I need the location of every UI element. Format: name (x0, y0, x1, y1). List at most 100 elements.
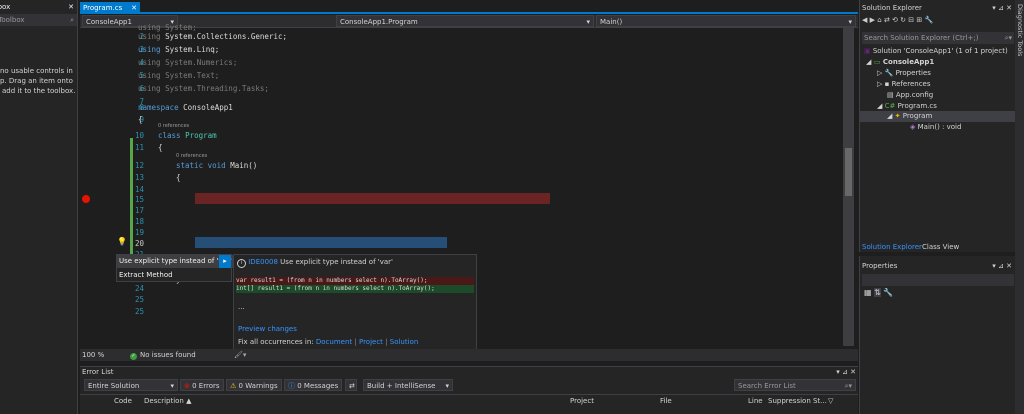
class-icon: ✦ (894, 112, 901, 120)
forward-icon[interactable]: ▶ (870, 16, 875, 24)
wrench-icon[interactable]: 🔧 (883, 288, 893, 297)
preview-header: i IDE0008 Use explicit type instead of '… (237, 258, 393, 268)
selection-highlight (195, 237, 447, 248)
tree-item-properties[interactable]: ▷ 🔧 Properties (877, 69, 931, 77)
pin-icon[interactable]: ⊿ (998, 262, 1004, 270)
quick-action-extract-method[interactable]: Extract Method (117, 269, 233, 282)
chevron-down-icon[interactable]: ▾ (992, 4, 996, 12)
quick-action-use-explicit-type[interactable]: Use explicit type instead of 'var' (117, 255, 233, 268)
column-file[interactable]: File (660, 395, 672, 407)
show-all-icon[interactable]: ⊞ (916, 16, 922, 24)
diff-removed-line: var result1 = (from n in numbers select … (236, 277, 474, 285)
line-number: 3 (139, 45, 144, 54)
collapse-icon[interactable]: ⊟ (908, 16, 914, 24)
pin-icon[interactable]: ⊿ (998, 4, 1004, 12)
toolbox-search-input[interactable]: Search Toolbox ⌕ (0, 14, 77, 26)
line-number: 6 (139, 84, 144, 93)
chevron-down-icon[interactable]: ▾ (992, 262, 996, 270)
breakpoint-gutter[interactable] (80, 28, 92, 346)
error-list-search-input[interactable]: Search Error List ⌕▾ (734, 379, 856, 391)
codelens-references[interactable]: 0 references (176, 153, 207, 159)
properties-object-dropdown[interactable] (862, 274, 1014, 286)
close-icon[interactable]: ✕ (1006, 4, 1012, 12)
code-line: { (176, 173, 181, 182)
warnings-filter-button[interactable]: ⚠ 0 Warnings (226, 379, 282, 391)
brush-icon[interactable]: 🖌▾ (234, 349, 246, 361)
tab-program-cs[interactable]: Program.cs ✕ (80, 2, 140, 14)
preview-changes-link[interactable]: Preview changes (238, 325, 297, 333)
solution-icon: ▣ (864, 47, 871, 55)
diff-ellipsis: ... (238, 303, 245, 311)
sync-icon[interactable]: ⇄ (884, 16, 890, 24)
zoom-level[interactable]: 100 % (82, 349, 104, 361)
close-icon[interactable]: ✕ (68, 0, 77, 14)
back-icon[interactable]: ◀ (862, 16, 867, 24)
toolbox-header: Toolbox ✕ (0, 0, 77, 14)
column-description[interactable]: Description ▲ (144, 395, 191, 407)
errors-filter-button[interactable]: ⊗ 0 Errors (180, 379, 224, 391)
lightbulb-icon[interactable]: 💡 (117, 237, 127, 246)
diagnostic-id-link[interactable]: IDE0008 (248, 258, 278, 266)
tab-class-view[interactable]: Class View (922, 243, 959, 251)
column-suppression-state[interactable]: Suppression St... (768, 395, 827, 407)
tree-item-main-method[interactable]: ◈ Main() : void (910, 123, 961, 131)
member-dropdown[interactable]: Main() ▾ (596, 15, 856, 27)
column-line[interactable]: Line (748, 395, 763, 407)
diff-added-line: int[] result1 = (from n in numbers selec… (236, 285, 474, 293)
tree-item-program-cs[interactable]: ◢ C# Program.cs (877, 102, 937, 110)
close-icon[interactable]: ✕ (131, 2, 137, 14)
build-filter-icon[interactable]: ⇄ (345, 379, 357, 391)
codelens-references[interactable]: 0 references (158, 123, 189, 129)
messages-filter-button[interactable]: ⓘ 0 Messages (284, 379, 343, 391)
close-icon[interactable]: ✕ (1006, 262, 1012, 270)
properties-toolbar: ▦ ⇅ 🔧 (864, 288, 893, 297)
column-project[interactable]: Project (570, 395, 594, 407)
error-list-header: Error List ▾ ⊿ ✕ (82, 368, 856, 376)
issues-status[interactable]: No issues found (140, 349, 196, 361)
build-filter-dropdown[interactable]: Build + IntelliSense ▾ (363, 379, 453, 391)
diagnostic-tools-tab[interactable]: Diagnostic Tools (1016, 4, 1024, 56)
fix-project-link[interactable]: Project (359, 338, 383, 346)
toolbox-panel: Toolbox ✕ Search Toolbox ⌕ no usable con… (0, 0, 78, 414)
tree-item-project[interactable]: ◢ ▭ ConsoleApp1 (866, 58, 934, 66)
history-icon[interactable]: ⟲ (892, 16, 898, 24)
line-number: 14 (134, 185, 144, 194)
line-number: 10 (134, 131, 144, 140)
info-icon: ⓘ (288, 382, 295, 390)
column-code[interactable]: Code (114, 395, 132, 407)
home-icon[interactable]: ⌂ (877, 16, 881, 24)
scope-dropdown[interactable]: Entire Solution ▾ (84, 379, 178, 391)
line-number: 4 (139, 58, 144, 67)
wrench-icon[interactable]: 🔧 (924, 16, 933, 24)
tree-item-app-config[interactable]: ▤ App.config (887, 91, 933, 99)
solution-explorer-search-input[interactable]: Search Solution Explorer (Ctrl+;) ⌕▾ (862, 32, 1014, 44)
code-line: using System; (138, 23, 197, 32)
alphabetical-icon[interactable]: ⇅ (874, 288, 881, 297)
chevron-down-icon[interactable]: ▾ (836, 368, 840, 376)
line-number: 19 (134, 228, 144, 237)
csharp-file-icon: C# (884, 102, 896, 110)
config-file-icon: ▤ (887, 91, 894, 99)
line-number: 5 (139, 71, 144, 80)
tab-solution-explorer[interactable]: Solution Explorer (862, 243, 922, 251)
selected-tree-row (860, 111, 1016, 122)
categorized-icon[interactable]: ▦ (864, 288, 872, 297)
diagnostic-tools-strip[interactable]: Diagnostic Tools (1015, 0, 1024, 414)
class-dropdown[interactable]: ConsoleApp1.Program ▾ (336, 15, 594, 27)
filter-icon[interactable]: ▽ (828, 395, 833, 407)
close-icon[interactable]: ✕ (850, 368, 856, 376)
pin-icon[interactable]: ⊿ (842, 368, 848, 376)
breakpoint-icon[interactable] (82, 195, 90, 203)
chevron-right-icon[interactable]: ▸ (219, 255, 231, 268)
tree-item-solution[interactable]: ▣ Solution 'ConsoleApp1' (1 of 1 project… (864, 47, 1008, 55)
refresh-icon[interactable]: ↻ (900, 16, 906, 24)
info-icon: i (237, 259, 246, 268)
fix-solution-link[interactable]: Solution (390, 338, 419, 346)
chevron-down-icon: ▾ (445, 382, 449, 390)
chevron-down-icon: ▾ (170, 382, 174, 390)
fix-document-link[interactable]: Document (316, 338, 352, 346)
scrollbar-thumb[interactable] (845, 148, 852, 196)
tree-item-program-class[interactable]: ◢ ✦ Program (887, 112, 932, 120)
tree-item-references[interactable]: ▷ ▪ References (877, 80, 931, 88)
code-line: static void Main() (176, 161, 258, 170)
